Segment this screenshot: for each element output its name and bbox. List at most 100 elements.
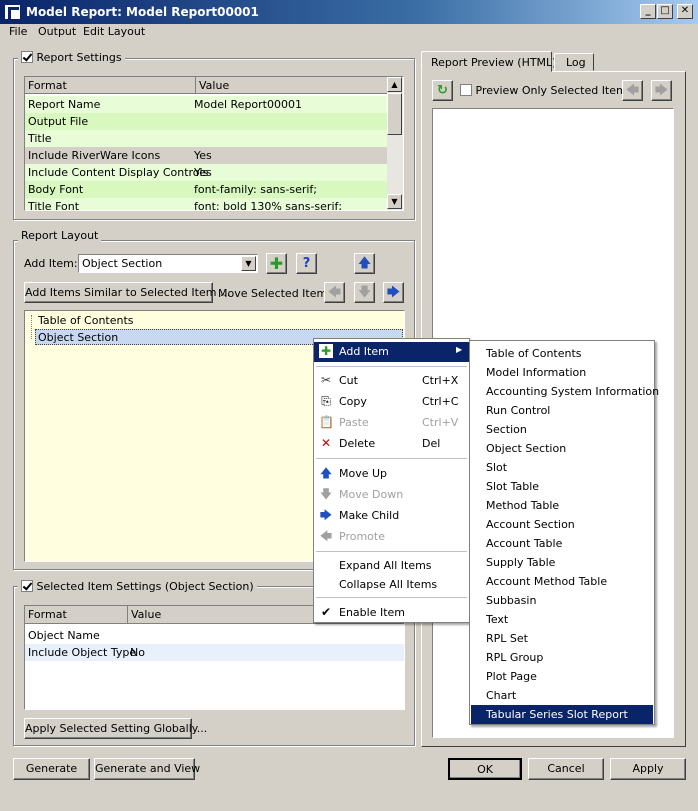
ok-button[interactable]: OK xyxy=(448,758,522,780)
selected-settings-label: Selected Item Settings (Object Section) xyxy=(36,580,254,593)
submenu-item[interactable]: RPL Group xyxy=(486,651,543,664)
checkmark-icon: ✔ xyxy=(320,605,332,619)
preview-only-checkbox[interactable] xyxy=(460,84,472,96)
menu-item-copy[interactable]: ⎘ Copy Ctrl+C xyxy=(314,392,469,412)
vertical-scrollbar[interactable]: ▲ ▼ xyxy=(387,77,403,210)
help-icon[interactable]: ? xyxy=(296,253,317,274)
close-button[interactable]: ✕ xyxy=(677,4,693,19)
menu-bar: File Output Edit Layout xyxy=(0,24,698,42)
add-item-label: Add Item: xyxy=(24,257,78,270)
move-up-arrow-icon[interactable]: 🡅 xyxy=(354,253,375,274)
submenu-item[interactable]: Plot Page xyxy=(486,670,537,683)
forward-arrow-icon[interactable]: 🡆 xyxy=(651,80,672,101)
scissors-icon: ✂ xyxy=(320,373,332,387)
apply-globally-button[interactable]: Apply Selected Setting Globally... xyxy=(24,718,207,739)
context-menu: ✚ Add Item ▶ ✂ Cut Ctrl+X ⎘ Copy Ctrl+C 📋 … xyxy=(313,338,470,623)
submenu-item[interactable]: Run Control xyxy=(486,404,550,417)
menu-item-collapse-all[interactable]: Collapse All Items xyxy=(314,575,469,595)
submenu-item[interactable]: Text xyxy=(486,613,508,626)
add-plus-icon: ✚ xyxy=(319,344,333,358)
submenu-item[interactable]: Table of Contents xyxy=(486,347,582,360)
menu-edit-layout[interactable]: Edit Layout xyxy=(83,25,145,38)
preview-only-selected[interactable]: Preview Only Selected Item xyxy=(460,84,627,97)
report-settings-label: Report Settings xyxy=(36,51,122,64)
report-layout-label: Report Layout xyxy=(18,229,102,242)
up-arrow-icon: 🡅 xyxy=(319,466,333,480)
menu-item-promote[interactable]: 🡄 Promote xyxy=(314,527,469,547)
report-settings-header: Report Settings xyxy=(18,51,125,64)
table-row[interactable]: Report Name Model Report00001 xyxy=(25,96,387,113)
submenu-item[interactable]: Method Table xyxy=(486,499,559,512)
add-similar-button[interactable]: Add Items Similar to Selected Item ... xyxy=(24,282,230,303)
delete-x-icon: ✕ xyxy=(320,436,332,450)
table-row[interactable]: Title xyxy=(25,130,387,147)
submenu-item-highlighted[interactable]: Tabular Series Slot Report xyxy=(471,705,653,724)
add-item-dropdown[interactable]: Object Section ▼ xyxy=(78,254,258,273)
scroll-down-icon[interactable]: ▼ xyxy=(387,194,402,209)
menu-item-add-item[interactable]: ✚ Add Item ▶ xyxy=(314,342,469,362)
menu-item-cut[interactable]: ✂ Cut Ctrl+X xyxy=(314,371,469,391)
menu-item-paste[interactable]: 📋 Paste Ctrl+V xyxy=(314,413,469,433)
menu-item-make-child[interactable]: 🡆 Make Child xyxy=(314,506,469,526)
cancel-button[interactable]: Cancel xyxy=(528,758,604,780)
report-settings-table: Format Value Report Name Model Report0000… xyxy=(24,76,404,211)
menu-output[interactable]: Output xyxy=(38,25,76,38)
add-item-plus-icon[interactable]: ✚ xyxy=(266,253,287,274)
table-row[interactable]: Output File xyxy=(25,113,387,130)
move-left-arrow-icon[interactable]: 🡄 xyxy=(324,282,345,303)
submenu-item[interactable]: Object Section xyxy=(486,442,566,455)
right-arrow-icon: 🡆 xyxy=(319,508,333,522)
minimize-button[interactable]: _ xyxy=(640,4,656,19)
menu-item-delete[interactable]: ✕ Delete Del xyxy=(314,434,469,454)
apply-button[interactable]: Apply xyxy=(610,758,686,780)
submenu-item[interactable]: Subbasin xyxy=(486,594,536,607)
refresh-icon[interactable]: ↻ xyxy=(432,80,453,101)
scroll-thumb[interactable] xyxy=(387,93,402,135)
selected-settings-checkbox[interactable] xyxy=(21,580,33,592)
back-arrow-icon[interactable]: 🡄 xyxy=(622,80,643,101)
submenu-item[interactable]: Slot xyxy=(486,461,507,474)
submenu-item[interactable]: Account Method Table xyxy=(486,575,607,588)
menu-item-enable-item[interactable]: ✔ Enable Item xyxy=(314,603,469,623)
move-selected-label: Move Selected Item: xyxy=(218,287,331,300)
submenu-arrow-icon: ▶ xyxy=(456,345,463,354)
tab-report-preview[interactable]: Report Preview (HTML) xyxy=(421,51,556,72)
table-row[interactable]: Body Font font-family: sans-serif; xyxy=(25,181,387,198)
move-right-arrow-icon[interactable]: 🡆 xyxy=(383,282,404,303)
menu-item-expand-all[interactable]: Expand All Items xyxy=(314,556,469,576)
submenu-item[interactable]: Model Information xyxy=(486,366,586,379)
maximize-button[interactable]: □ xyxy=(657,4,673,19)
down-arrow-icon: 🡇 xyxy=(319,487,333,501)
add-item-submenu: Table of Contents Model Information Acco… xyxy=(469,340,659,725)
submenu-item[interactable]: Section xyxy=(486,423,527,436)
paste-icon: 📋 xyxy=(319,415,334,429)
window-title: Model Report: Model Report00001 xyxy=(26,5,259,19)
tab-log[interactable]: Log xyxy=(554,53,594,71)
submenu-item[interactable]: Slot Table xyxy=(486,480,539,493)
submenu-item[interactable]: Account Table xyxy=(486,537,562,550)
table-row[interactable]: Title Font font: bold 130% sans-serif; xyxy=(25,198,387,210)
scroll-up-icon[interactable]: ▲ xyxy=(387,77,402,92)
submenu-item[interactable]: RPL Set xyxy=(486,632,528,645)
chevron-down-icon[interactable]: ▼ xyxy=(241,256,256,271)
submenu-item[interactable]: Chart xyxy=(486,689,516,702)
left-arrow-icon: 🡄 xyxy=(319,529,333,543)
title-bar[interactable]: Model Report: Model Report00001 _ □ ✕ xyxy=(0,0,698,24)
table-row[interactable]: Include RiverWare Icons Yes xyxy=(25,147,387,164)
table-header: Format Value xyxy=(25,77,387,94)
generate-and-view-button[interactable]: Generate and View xyxy=(94,758,200,780)
submenu-item[interactable]: Account Section xyxy=(486,518,575,531)
menu-file[interactable]: File xyxy=(9,25,27,38)
menu-item-move-down[interactable]: 🡇 Move Down xyxy=(314,485,469,505)
tree-item-object-section: Object Section xyxy=(38,331,119,344)
generate-button[interactable]: Generate xyxy=(13,758,90,780)
submenu-item[interactable]: Accounting System Information xyxy=(486,385,659,398)
move-down-arrow-icon[interactable]: 🡇 xyxy=(354,282,375,303)
table-row[interactable]: Object Name xyxy=(25,627,404,644)
menu-item-move-up[interactable]: 🡅 Move Up xyxy=(314,464,469,484)
table-row[interactable]: Include Object Type No xyxy=(25,644,404,661)
submenu-item[interactable]: Supply Table xyxy=(486,556,555,569)
report-settings-checkbox[interactable] xyxy=(21,51,33,63)
table-row[interactable]: Include Content Display Controls Yes xyxy=(25,164,387,181)
tree-item-table-of-contents[interactable]: Table of Contents xyxy=(38,314,134,327)
